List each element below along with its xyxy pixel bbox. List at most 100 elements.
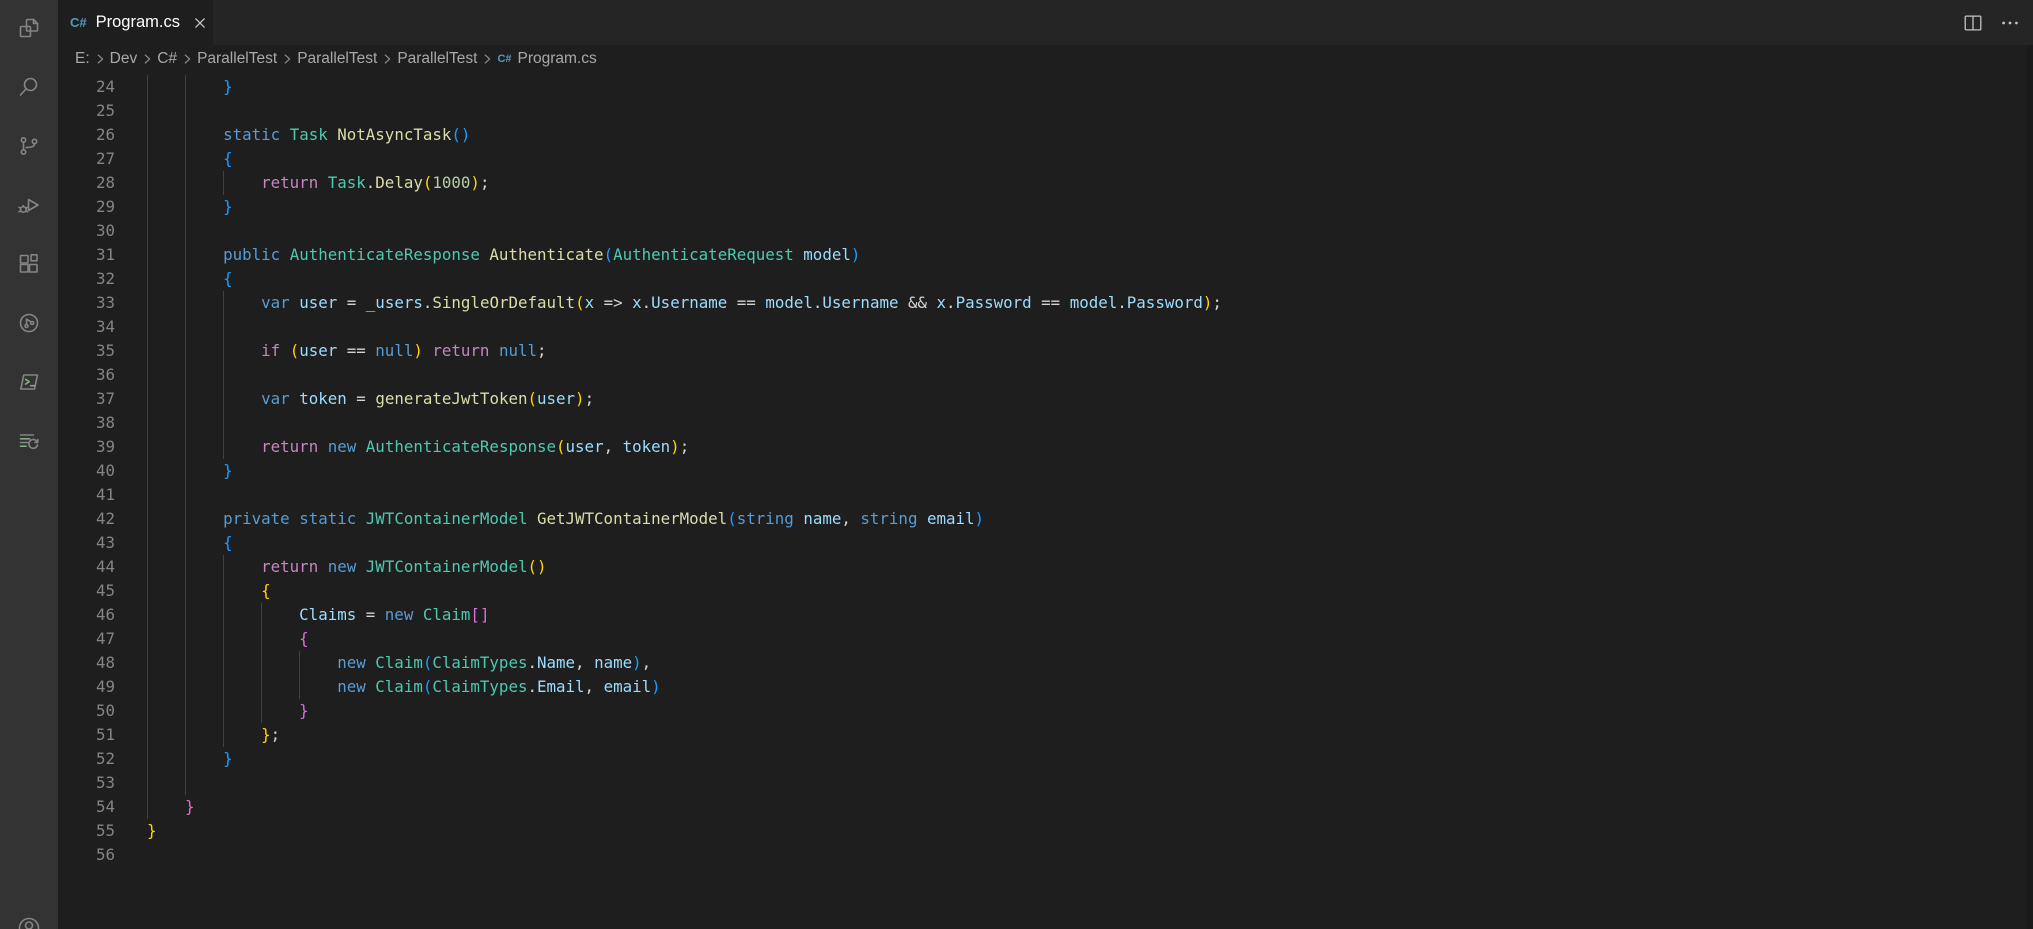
line-number[interactable]: 24 bbox=[58, 75, 115, 99]
line-content[interactable]: Claims = new Claim[] bbox=[147, 603, 489, 627]
line-number[interactable]: 44 bbox=[58, 555, 115, 579]
line-content[interactable]: } bbox=[147, 795, 195, 819]
line-number[interactable]: 31 bbox=[58, 243, 115, 267]
source-control-icon[interactable] bbox=[17, 134, 41, 158]
code-line[interactable]: 32 { bbox=[58, 267, 2033, 291]
code-line[interactable]: 49 new Claim(ClaimTypes.Email, email) bbox=[58, 675, 2033, 699]
line-content[interactable]: { bbox=[147, 531, 233, 555]
code-line[interactable]: 53 bbox=[58, 771, 2033, 795]
code-line[interactable]: 56 bbox=[58, 843, 2033, 867]
code-line[interactable]: 51 }; bbox=[58, 723, 2033, 747]
code-line[interactable]: 54 } bbox=[58, 795, 2033, 819]
code-line[interactable]: 44 return new JWTContainerModel() bbox=[58, 555, 2033, 579]
line-number[interactable]: 50 bbox=[58, 699, 115, 723]
code-line[interactable]: 42 private static JWTContainerModel GetJ… bbox=[58, 507, 2033, 531]
line-number[interactable]: 30 bbox=[58, 219, 115, 243]
code-line[interactable]: 31 public AuthenticateResponse Authentic… bbox=[58, 243, 2033, 267]
editor-scrollbar[interactable] bbox=[2027, 45, 2033, 929]
code-line[interactable]: 37 var token = generateJwtToken(user); bbox=[58, 387, 2033, 411]
breadcrumb-item[interactable]: E: bbox=[75, 50, 90, 68]
code-line[interactable]: 47 { bbox=[58, 627, 2033, 651]
line-content[interactable]: var user = _users.SingleOrDefault(x => x… bbox=[147, 291, 1222, 315]
code-line[interactable]: 34 bbox=[58, 315, 2033, 339]
line-number[interactable]: 48 bbox=[58, 651, 115, 675]
breadcrumb-item[interactable]: ParallelTest bbox=[297, 50, 377, 68]
code-line[interactable]: 45 { bbox=[58, 579, 2033, 603]
line-content[interactable]: new Claim(ClaimTypes.Name, name), bbox=[147, 651, 651, 675]
line-number[interactable]: 56 bbox=[58, 843, 115, 867]
line-content[interactable]: static Task NotAsyncTask() bbox=[147, 123, 470, 147]
line-content[interactable]: { bbox=[147, 627, 309, 651]
line-content[interactable]: if (user == null) return null; bbox=[147, 339, 547, 363]
line-number[interactable]: 46 bbox=[58, 603, 115, 627]
line-number[interactable]: 29 bbox=[58, 195, 115, 219]
account-icon[interactable] bbox=[17, 916, 41, 929]
git-graph-icon[interactable] bbox=[17, 311, 41, 335]
breadcrumb-item[interactable]: Dev bbox=[110, 50, 138, 68]
more-actions-icon[interactable] bbox=[1999, 12, 2021, 34]
code-line[interactable]: 33 var user = _users.SingleOrDefault(x =… bbox=[58, 291, 2033, 315]
line-number[interactable]: 52 bbox=[58, 747, 115, 771]
line-number[interactable]: 36 bbox=[58, 363, 115, 387]
line-number[interactable]: 55 bbox=[58, 819, 115, 843]
run-debug-icon[interactable] bbox=[17, 193, 41, 217]
code-line[interactable]: 46 Claims = new Claim[] bbox=[58, 603, 2033, 627]
line-number[interactable]: 25 bbox=[58, 99, 115, 123]
code-line[interactable]: 48 new Claim(ClaimTypes.Name, name), bbox=[58, 651, 2033, 675]
line-content[interactable]: return new AuthenticateResponse(user, to… bbox=[147, 435, 689, 459]
code-line[interactable]: 41 bbox=[58, 483, 2033, 507]
terminal-icon[interactable] bbox=[17, 370, 41, 394]
tab-program-cs[interactable]: C# Program.cs bbox=[58, 0, 213, 45]
explorer-icon[interactable] bbox=[17, 16, 41, 40]
code-line[interactable]: 25 bbox=[58, 99, 2033, 123]
code-line[interactable]: 43 { bbox=[58, 531, 2033, 555]
line-number[interactable]: 47 bbox=[58, 627, 115, 651]
code-line[interactable]: 26 static Task NotAsyncTask() bbox=[58, 123, 2033, 147]
code-editor[interactable]: 24 }2526 static Task NotAsyncTask()27 {2… bbox=[58, 73, 2033, 929]
line-content[interactable]: { bbox=[147, 267, 233, 291]
line-number[interactable]: 34 bbox=[58, 315, 115, 339]
line-number[interactable]: 54 bbox=[58, 795, 115, 819]
line-number[interactable]: 39 bbox=[58, 435, 115, 459]
line-number[interactable]: 49 bbox=[58, 675, 115, 699]
line-number[interactable]: 41 bbox=[58, 483, 115, 507]
line-number[interactable]: 38 bbox=[58, 411, 115, 435]
line-content[interactable]: public AuthenticateResponse Authenticate… bbox=[147, 243, 860, 267]
split-editor-icon[interactable] bbox=[1962, 12, 1984, 34]
breadcrumb-item[interactable]: C# bbox=[157, 50, 177, 68]
line-content[interactable]: var token = generateJwtToken(user); bbox=[147, 387, 594, 411]
line-number[interactable]: 35 bbox=[58, 339, 115, 363]
line-number[interactable]: 42 bbox=[58, 507, 115, 531]
line-content[interactable]: } bbox=[147, 75, 233, 99]
code-line[interactable]: 24 } bbox=[58, 75, 2033, 99]
list-refresh-icon[interactable] bbox=[17, 429, 41, 453]
extensions-icon[interactable] bbox=[17, 252, 41, 276]
line-number[interactable]: 33 bbox=[58, 291, 115, 315]
code-line[interactable]: 52 } bbox=[58, 747, 2033, 771]
line-number[interactable]: 37 bbox=[58, 387, 115, 411]
line-content[interactable]: } bbox=[147, 195, 233, 219]
breadcrumb-item[interactable]: ParallelTest bbox=[197, 50, 277, 68]
line-content[interactable]: return Task.Delay(1000); bbox=[147, 171, 489, 195]
line-content[interactable]: new Claim(ClaimTypes.Email, email) bbox=[147, 675, 661, 699]
line-number[interactable]: 26 bbox=[58, 123, 115, 147]
line-number[interactable]: 40 bbox=[58, 459, 115, 483]
line-content[interactable]: { bbox=[147, 147, 233, 171]
line-number[interactable]: 27 bbox=[58, 147, 115, 171]
line-number[interactable]: 45 bbox=[58, 579, 115, 603]
code-line[interactable]: 28 return Task.Delay(1000); bbox=[58, 171, 2033, 195]
code-line[interactable]: 38 bbox=[58, 411, 2033, 435]
code-line[interactable]: 35 if (user == null) return null; bbox=[58, 339, 2033, 363]
line-number[interactable]: 53 bbox=[58, 771, 115, 795]
code-line[interactable]: 30 bbox=[58, 219, 2033, 243]
line-content[interactable]: } bbox=[147, 747, 233, 771]
line-content[interactable]: { bbox=[147, 579, 271, 603]
code-line[interactable]: 40 } bbox=[58, 459, 2033, 483]
line-number[interactable]: 43 bbox=[58, 531, 115, 555]
code-line[interactable]: 27 { bbox=[58, 147, 2033, 171]
code-line[interactable]: 29 } bbox=[58, 195, 2033, 219]
line-content[interactable]: }; bbox=[147, 723, 280, 747]
code-line[interactable]: 50 } bbox=[58, 699, 2033, 723]
line-content[interactable]: return new JWTContainerModel() bbox=[147, 555, 547, 579]
line-content[interactable]: } bbox=[147, 459, 233, 483]
